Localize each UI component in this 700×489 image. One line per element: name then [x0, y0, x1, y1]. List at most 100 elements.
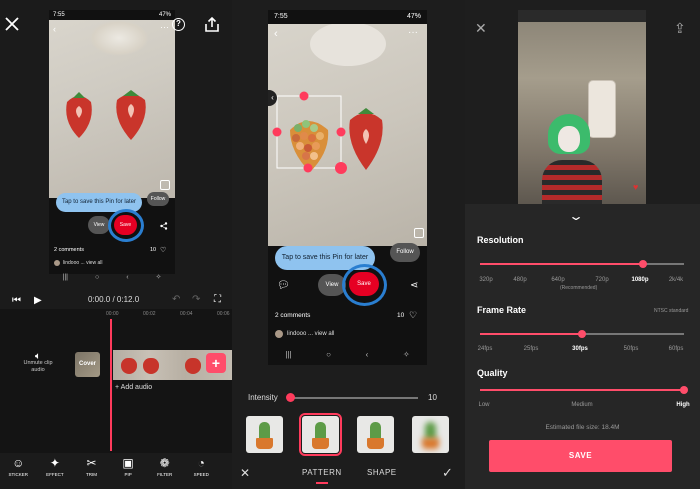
share-icon[interactable]: ⇪	[674, 20, 686, 37]
accessibility-icon[interactable]: ✧	[403, 350, 410, 359]
pattern-thumbnail[interactable]	[357, 416, 394, 453]
resolution-option[interactable]: 2k/4k	[659, 277, 693, 283]
strawberry-drawing-photo	[268, 24, 427, 246]
heart-icon: ♥	[633, 182, 639, 192]
cover-thumbnail[interactable]: Cover	[75, 352, 100, 377]
ruler-tick: 00:06	[217, 311, 230, 317]
back-arrow-icon[interactable]: ‹	[53, 24, 56, 34]
follow-button[interactable]: Follow	[390, 243, 420, 262]
quality-slider-handle[interactable]	[680, 386, 688, 394]
share-pin-icon[interactable]: ⋖	[410, 280, 418, 291]
help-icon[interactable]: ?	[172, 18, 185, 31]
save-button[interactable]: Save	[349, 272, 379, 296]
rotate-handle[interactable]	[335, 162, 347, 174]
intensity-slider-track[interactable]	[290, 397, 418, 399]
fullscreen-icon[interactable]: ⛶	[214, 294, 221, 305]
comment-icon[interactable]: 💬︎	[277, 280, 290, 291]
close-icon[interactable]	[4, 16, 20, 32]
back-icon[interactable]: ‹	[126, 274, 128, 281]
resolution-slider-handle[interactable]	[639, 260, 648, 268]
resolution-option[interactable]: 640p	[541, 277, 575, 283]
resize-handle[interactable]	[299, 91, 309, 101]
more-options-icon[interactable]: ···	[408, 27, 418, 38]
tool-label: TRIM	[85, 472, 97, 477]
view-button[interactable]: View	[88, 216, 110, 234]
frame-rate-option[interactable]: 25fps	[516, 346, 546, 352]
quality-option[interactable]: High	[666, 402, 700, 408]
unmute-clip-audio-button[interactable]: 🔈︎ Unmute clip audio	[18, 352, 58, 374]
pattern-thumbnail[interactable]	[246, 416, 283, 453]
status-battery: 47%	[406, 13, 421, 20]
save-button[interactable]: Save	[114, 215, 137, 235]
face	[558, 126, 580, 152]
quality-option[interactable]: Low	[467, 402, 501, 408]
resolution-option[interactable]: 720p	[585, 277, 619, 283]
tool-trim[interactable]: ✂ TRIM	[73, 453, 110, 489]
pattern-thumbnail[interactable]	[412, 416, 449, 453]
heart-icon[interactable]: ♡	[409, 310, 417, 321]
visual-search-icon[interactable]	[414, 228, 424, 238]
tool-pip[interactable]: ▣ PIP	[110, 453, 147, 489]
cancel-icon[interactable]: ✕	[240, 466, 250, 480]
tab-pattern[interactable]: PATTERN	[302, 468, 342, 477]
play-icon[interactable]: ▶	[34, 295, 42, 306]
tool-effect[interactable]: ✦ EFFECT	[37, 453, 74, 489]
share-icon[interactable]	[203, 16, 221, 34]
pattern-thumbnail[interactable]	[299, 413, 342, 456]
accessibility-icon[interactable]: ✧	[156, 273, 162, 281]
pot-image	[422, 438, 439, 449]
quality-slider-track[interactable]	[480, 389, 684, 391]
visual-search-icon[interactable]	[160, 180, 170, 190]
quality-option[interactable]: Medium	[565, 402, 599, 408]
resize-handle[interactable]	[303, 163, 313, 173]
playhead[interactable]	[110, 319, 112, 451]
striped-shirt	[542, 160, 602, 210]
heart-icon[interactable]: ♡	[160, 246, 166, 254]
recommended-note: (Recommended)	[560, 285, 598, 291]
frame-rate-slider-handle[interactable]	[578, 330, 586, 338]
status-battery: 47%	[158, 12, 171, 18]
add-clip-button[interactable]: +	[206, 353, 226, 373]
resize-handle[interactable]	[336, 127, 346, 137]
save-export-button[interactable]: SAVE	[489, 440, 672, 472]
intensity-slider-handle[interactable]	[285, 393, 295, 402]
home-icon[interactable]: ○	[326, 350, 331, 359]
follow-button[interactable]: Follow	[147, 192, 169, 206]
tab-shape[interactable]: SHAPE	[367, 468, 397, 477]
resolution-option[interactable]: 1080p	[623, 277, 657, 283]
chevron-down-icon[interactable]: ⌄	[568, 209, 584, 223]
resize-handle[interactable]	[272, 127, 282, 137]
confirm-icon[interactable]: ✓	[442, 465, 453, 481]
resolution-option[interactable]: 320p	[469, 277, 503, 283]
back-icon[interactable]: ‹	[366, 350, 369, 359]
video-editor-panel: 7:55 47% ‹ ··· ? Tap to save this Pin fo…	[0, 0, 232, 489]
frame-rate-option[interactable]: 30fps	[565, 346, 595, 352]
timeline-ruler: 00:00 00:02 00:04 00:06	[0, 309, 232, 321]
comment-preview[interactable]: lindooo ... view all	[54, 260, 102, 266]
undo-icon[interactable]: ↶	[172, 294, 180, 305]
resolution-option[interactable]: 480p	[503, 277, 537, 283]
close-icon[interactable]: ✕	[475, 20, 487, 37]
frame-rate-option[interactable]: 60fps	[661, 346, 691, 352]
tool-sticker[interactable]: ☺ STICKER	[0, 453, 37, 489]
add-audio-button[interactable]: + Add audio	[115, 384, 152, 391]
tool-filter[interactable]: ❁ FILTER	[146, 453, 183, 489]
strawberry-drawings	[66, 90, 146, 140]
frame-rate-option[interactable]: 24fps	[470, 346, 500, 352]
tool-label: STICKER	[8, 472, 29, 477]
filter-icon: ❁	[159, 456, 170, 470]
recents-icon[interactable]: |||	[63, 274, 68, 281]
more-options-icon[interactable]: ···	[160, 22, 169, 32]
recents-icon[interactable]: |||	[285, 350, 291, 359]
comment-preview[interactable]: lindooo ... view all	[275, 330, 334, 338]
snowman-figure	[89, 20, 149, 56]
video-preview[interactable]: ♥	[518, 10, 646, 210]
share-pin-icon[interactable]	[160, 222, 168, 230]
home-icon[interactable]: ○	[95, 274, 99, 281]
skip-to-start-icon[interactable]: ⏮	[12, 295, 21, 306]
redo-icon[interactable]: ↷	[192, 294, 200, 305]
timeline[interactable]: 00:00 00:02 00:04 00:06 🔈︎ Unmute clip a…	[0, 309, 232, 453]
tool-speed[interactable]: ◔ SPEED	[183, 453, 220, 489]
frame-rate-option[interactable]: 50fps	[616, 346, 646, 352]
back-arrow-icon[interactable]: ‹	[274, 28, 278, 40]
